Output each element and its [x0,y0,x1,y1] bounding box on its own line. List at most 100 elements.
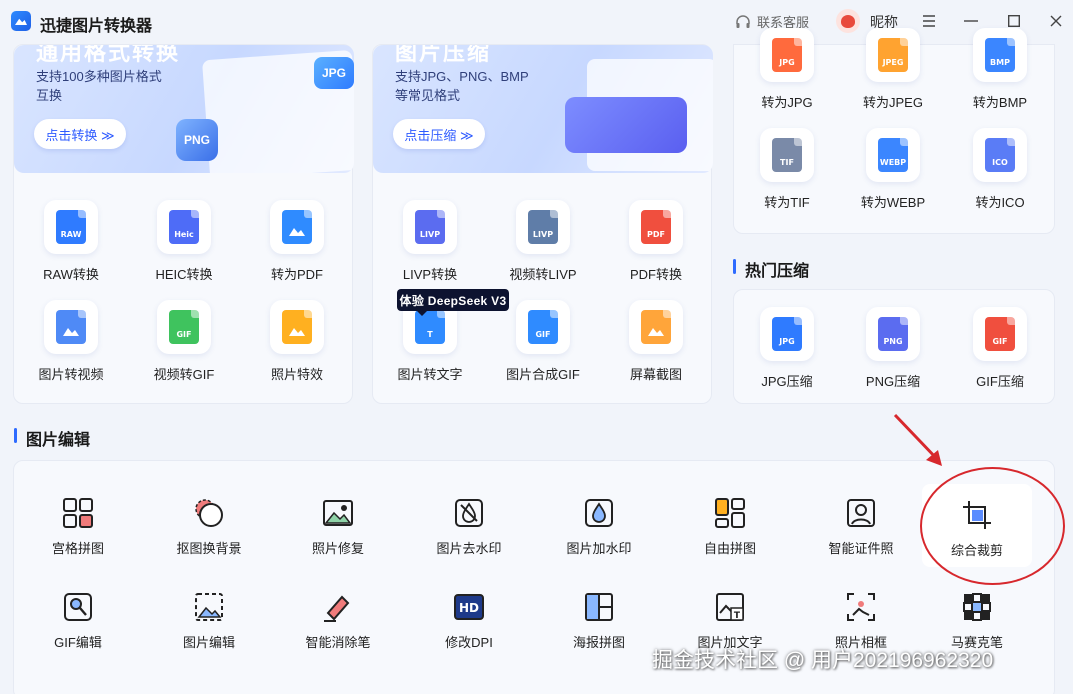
edit-tool-image-edit[interactable]: 图片编辑 [154,590,264,651]
edit-tool-add-watermark[interactable]: 图片加水印 [544,496,654,557]
tool-label: 屏幕截图 [629,367,682,382]
compress-stats-panel [565,97,687,153]
tool-screenshot[interactable]: 屏幕截图 [601,300,711,383]
tool-livp-file[interactable]: LIVP LIVP转换 [375,200,485,283]
badge-text: JPG [779,58,795,67]
badge-text: JPEG [882,58,904,67]
free-collage-icon [713,496,747,530]
photo-repair-icon [321,496,355,530]
tool-label: 转为TIF [764,195,810,210]
convert-button[interactable]: 点击转换 ≫ [34,119,126,149]
badge-text: GIF [992,337,1008,346]
tool-label: 转为ICO [975,195,1025,210]
edit-tool-label: 宫格拼图 [51,541,104,556]
svg-text:HD: HD [459,601,479,615]
photo-frame-icon [844,590,878,624]
poster-collage-icon [582,590,616,624]
hd-dpi-icon: HD [452,590,486,624]
edit-tool-free-collage[interactable]: 自由拼图 [675,496,785,557]
png-tag-icon: PNG [176,119,218,161]
edit-tool-hd-dpi[interactable]: HD 修改DPI [414,590,524,651]
edit-tool-label: 海报拼图 [572,635,625,650]
tool-png-compress[interactable]: PNG PNG压缩 [838,307,948,390]
png-compress-icon: PNG [878,317,908,351]
id-photo-icon [844,496,878,530]
edit-tool-gif-edit[interactable]: GIF编辑 [23,590,133,651]
banner-title: 通用格式转换 [36,45,181,65]
edit-tool-poster-collage[interactable]: 海报拼图 [544,590,654,651]
livp-file-icon: LIVP [415,210,445,244]
tool-heic-file[interactable]: Heic HEIC转换 [129,200,239,283]
tool-label: 图片转文字 [397,367,463,382]
tool-jpg-compress[interactable]: JPG JPG压缩 [732,307,842,390]
edit-tool-mosaic-pen[interactable]: 马赛克笔 [922,590,1032,651]
tool-gif-compose[interactable]: GIF 图片合成GIF [488,300,598,383]
banner-desc: 支持JPG、PNG、BMP 等常见格式 [395,69,529,103]
tool-video-to-livp[interactable]: LIVP 视频转LIVP [488,200,598,283]
edit-tool-id-photo[interactable]: 智能证件照 [806,496,916,557]
tool-label: 转为JPEG [863,95,923,110]
edit-tool-label: 智能消除笔 [305,635,371,650]
edit-tool-label: 照片修复 [311,541,364,556]
badge-text: GIF [176,330,192,339]
edit-tool-eraser-pen[interactable]: 智能消除笔 [283,590,393,651]
app-title: 迅捷图片转换器 [40,18,153,35]
edit-tool-cutout-background[interactable]: 抠图换背景 [154,496,264,557]
image-compress-banner[interactable]: 图片压缩 支持JPG、PNG、BMP 等常见格式 点击压缩 ≫ [373,45,713,173]
tool-label: PNG压缩 [865,374,921,389]
tool-icon-tile: LIVP [516,200,570,254]
edit-tool-remove-watermark[interactable]: 图片去水印 [414,496,524,557]
add-text-icon: T [713,590,747,624]
banner-title: 图片压缩 [395,45,492,65]
grid-collage-icon [61,496,95,530]
pdf-convert-icon [282,210,312,244]
tool-bmp-file[interactable]: BMP 转为BMP [945,28,1055,111]
tool-label: LIVP转换 [402,267,458,282]
tool-icon-tile [270,300,324,354]
edit-tool-add-text[interactable]: T 图片加文字 [675,590,785,651]
edit-tool-label: 图片编辑 [182,635,235,650]
tool-raw-file[interactable]: RAW RAW转换 [16,200,126,283]
tool-jpeg-file[interactable]: JPEG 转为JPEG [838,28,948,111]
badge-text: PNG [883,337,903,346]
add-watermark-icon [582,496,616,530]
deepseek-badge[interactable]: 体验 DeepSeek V3 [397,289,509,316]
badge-text: TIF [780,158,794,167]
webp-file-icon: WEBP [878,138,908,172]
tool-gif-compress[interactable]: GIF GIF压缩 [945,307,1055,390]
badge-text: ICO [992,158,1008,167]
format-convert-banner[interactable]: 通用格式转换 支持100多种图片格式 互换 点击转换 ≫ JPG PNG [14,45,354,173]
eraser-pen-icon [321,590,355,624]
screenshot-icon [641,310,671,344]
tool-image-to-text[interactable]: T 图片转文字 [375,300,485,383]
tool-label: 照片特效 [270,367,323,382]
image-edit-title: 图片编辑 [14,426,90,450]
remove-watermark-icon [452,496,486,530]
tool-icon-tile [270,200,324,254]
tool-icon-tile: BMP [973,28,1027,82]
edit-tool-label: 修改DPI [445,635,493,650]
tool-tif-file[interactable]: TIF 转为TIF [732,128,842,211]
tool-jpg-file[interactable]: JPG 转为JPG [732,28,842,111]
tool-label: 图片合成GIF [506,367,580,382]
tool-webp-file[interactable]: WEBP 转为WEBP [838,128,948,211]
tool-icon-tile: PNG [866,307,920,361]
edit-tool-photo-frame[interactable]: 照片相框 [806,590,916,651]
edit-tool-grid-collage[interactable]: 宫格拼图 [23,496,133,557]
tool-video-to-gif[interactable]: GIF 视频转GIF [129,300,239,383]
banner-desc: 支持100多种图片格式 互换 [36,69,162,103]
tool-pdf-file[interactable]: PDF PDF转换 [601,200,711,283]
tool-icon-tile: RAW [44,200,98,254]
tool-ico-file[interactable]: ICO 转为ICO [945,128,1055,211]
compress-button[interactable]: 点击压缩 ≫ [393,119,485,149]
tool-icon-tile: GIF [157,300,211,354]
gif-compress-icon: GIF [985,317,1015,351]
highlight-oval-annotation [920,467,1065,585]
tool-photo-effects[interactable]: 照片特效 [242,300,352,383]
tool-pdf-convert[interactable]: 转为PDF [242,200,352,283]
photo-effects-icon [282,310,312,344]
video-to-gif-icon: GIF [169,310,199,344]
tool-image-to-video[interactable]: 图片转视频 [16,300,126,383]
tool-label: 视频转GIF [153,367,215,382]
edit-tool-photo-repair[interactable]: 照片修复 [283,496,393,557]
